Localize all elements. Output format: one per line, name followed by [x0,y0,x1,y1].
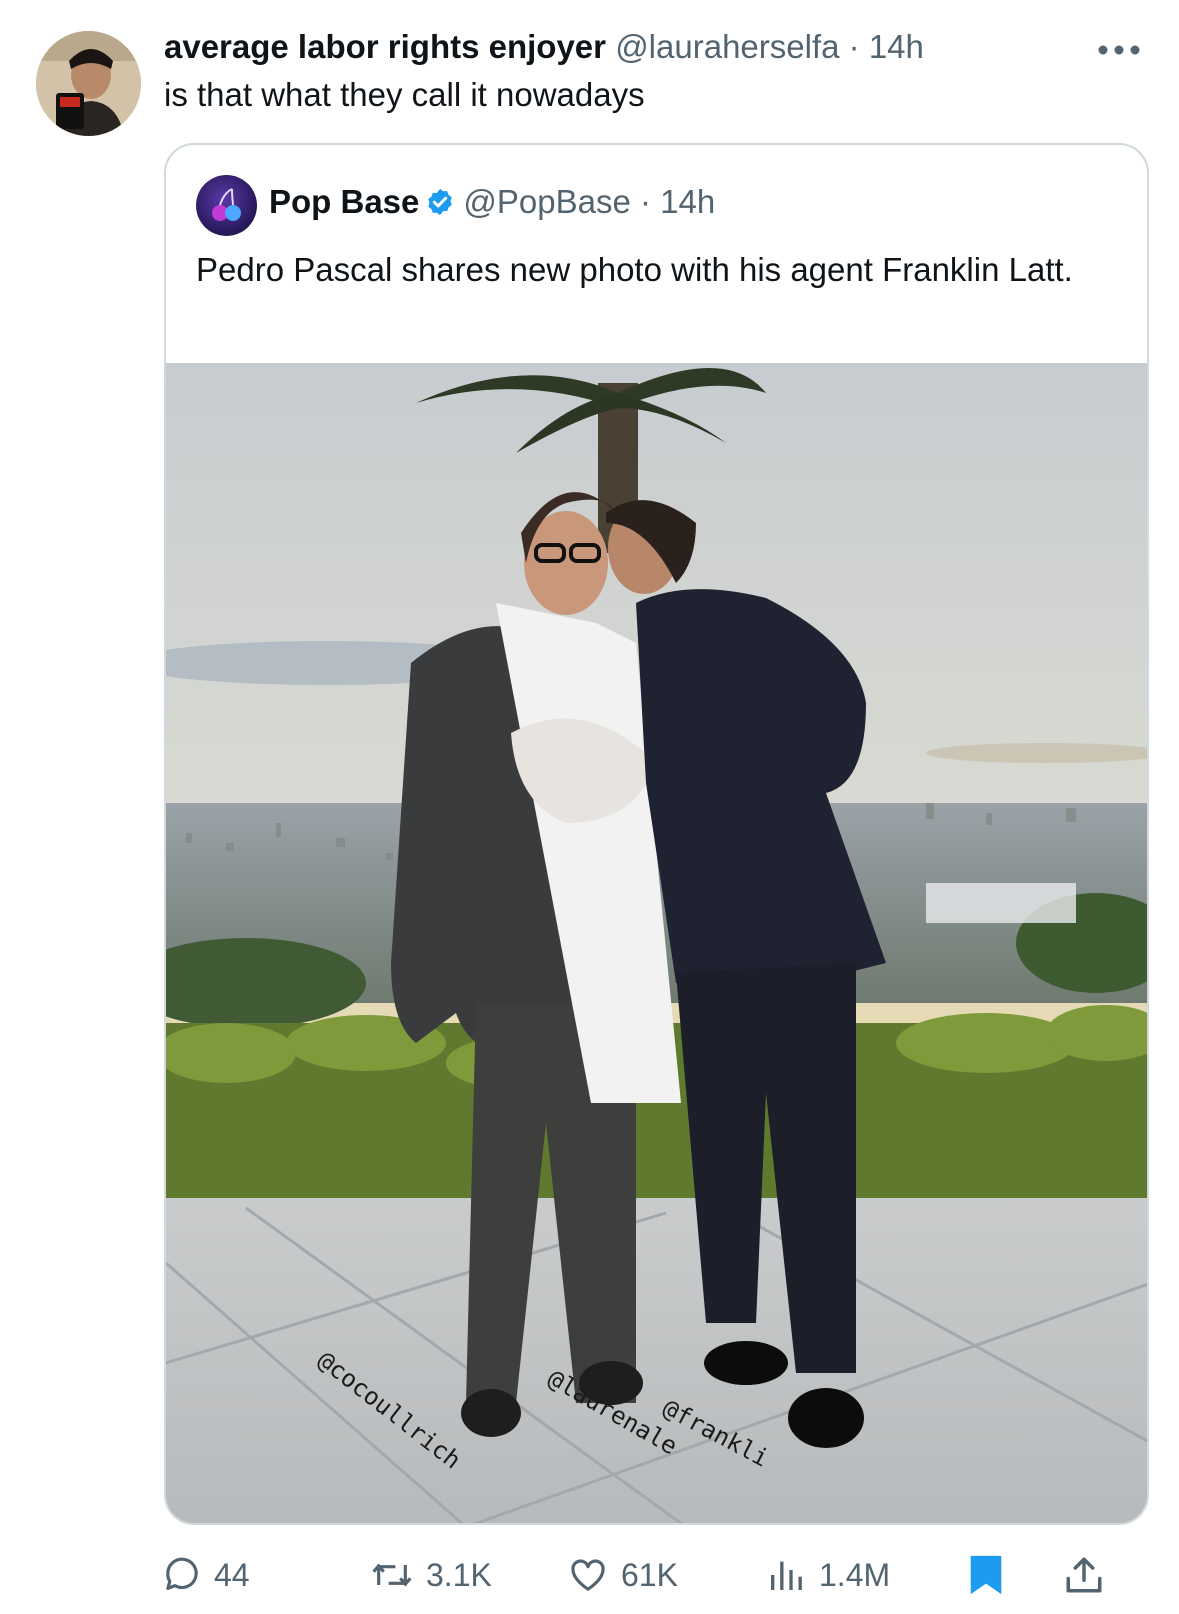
tweet-text: is that what they call it nowadays [164,76,645,113]
views-count: 1.4M [819,1556,891,1593]
quoted-time[interactable]: 14h [660,183,715,220]
like-icon [571,1559,605,1591]
action-bar: 44 3.1K 61K 1.4M [0,1545,1179,1605]
views-icon [771,1561,802,1590]
like-count: 61K [621,1556,678,1593]
quoted-tweet[interactable]: Pop Base @PopBase · 14h Pedro Pascal shar… [164,143,1149,1525]
repost-button[interactable]: 3.1K [370,1545,492,1605]
quoted-header: Pop Base @PopBase · 14h [269,183,715,225]
quoted-handle[interactable]: @PopBase [463,183,630,220]
verified-icon [425,187,455,225]
bookmark-button[interactable] [968,1545,1016,1605]
separator: · [848,28,860,65]
share-icon [1066,1557,1102,1593]
tweet-header: average labor rights enjoyer @lauraherse… [164,28,1119,68]
quoted-avatar[interactable] [196,175,257,236]
quoted-photo[interactable]: @cocoullrich @laurenale @frankli [166,363,1147,1523]
reply-button[interactable]: 44 [162,1545,250,1605]
separator: · [640,183,651,220]
quoted-author-name[interactable]: Pop Base [269,183,419,220]
share-button[interactable] [1063,1545,1117,1605]
reply-icon [166,1557,198,1590]
repost-count: 3.1K [426,1556,492,1593]
like-button[interactable]: 61K [567,1545,678,1605]
author-name[interactable]: average labor rights enjoyer [164,28,606,65]
tweet-time[interactable]: 14h [869,28,924,65]
views-button[interactable]: 1.4M [765,1545,890,1605]
repost-icon [372,1563,412,1587]
author-avatar[interactable] [36,31,141,136]
bookmark-icon [970,1555,1002,1595]
reply-count: 44 [214,1556,250,1593]
more-icon[interactable] [1097,30,1141,64]
quoted-text: Pedro Pascal shares new photo with his a… [196,251,1073,288]
author-handle[interactable]: @lauraherselfa [615,28,839,65]
